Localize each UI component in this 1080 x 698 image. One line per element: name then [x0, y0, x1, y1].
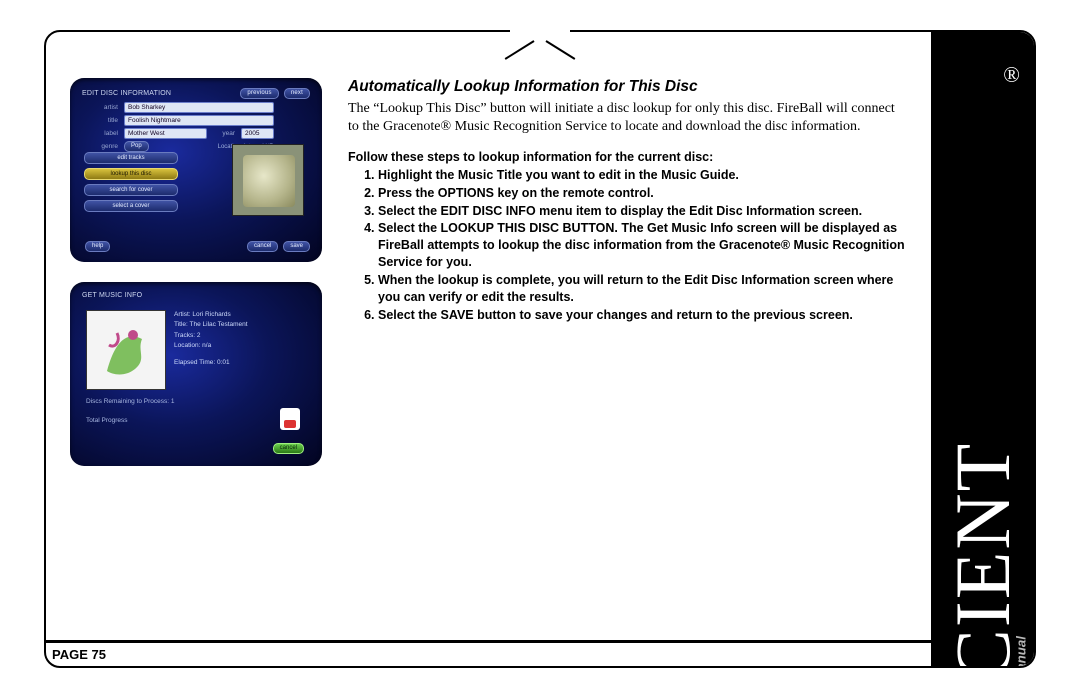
thumb2-cancel-button[interactable]: cancel — [273, 443, 304, 454]
steps-lead: Follow these steps to lookup information… — [348, 150, 907, 164]
thumb1-next-button[interactable]: next — [284, 88, 310, 99]
page-frame: ® ESCIENT FireBall™ AVX & MX Series User… — [44, 30, 1036, 668]
manual-title: FireBall™ AVX & MX Series User’s Manual — [1013, 636, 1028, 666]
search-for-cover-button[interactable]: search for cover — [84, 184, 178, 196]
info-elapsed: Elapsed Time: 0:01 — [174, 358, 248, 368]
text-column: Automatically Lookup Information for Thi… — [348, 78, 907, 486]
year-label: year — [213, 130, 235, 137]
lookup-this-disc-button[interactable]: lookup this disc — [84, 168, 178, 180]
page-number: PAGE 75 — [46, 640, 931, 666]
label-label: label — [84, 130, 118, 137]
thumb1-title: EDIT DISC INFORMATION — [82, 90, 171, 97]
brand-logo-text: ESCIENT — [944, 442, 1022, 666]
screenshot-get-music-info: GET MUSIC INFO Artist: Lori Richards Tit… — [70, 282, 322, 466]
thumb2-title: GET MUSIC INFO — [82, 292, 142, 299]
step-item: When the lookup is complete, you will re… — [378, 272, 907, 306]
thumb1-prev-button[interactable]: previous — [240, 88, 278, 99]
artist-field[interactable]: Bob Sharkey — [124, 102, 274, 113]
cancel-button[interactable]: cancel — [247, 241, 278, 252]
step-item: Press the OPTIONS key on the remote cont… — [378, 185, 907, 202]
help-button[interactable]: help — [85, 241, 110, 252]
thumbnail-column: EDIT DISC INFORMATION previous next arti… — [70, 78, 330, 486]
screenshot-edit-disc-info: EDIT DISC INFORMATION previous next arti… — [70, 78, 322, 262]
page-content: EDIT DISC INFORMATION previous next arti… — [46, 32, 931, 666]
year-field[interactable]: 2005 — [241, 128, 274, 139]
title-label: title — [84, 117, 118, 124]
steps-list: Highlight the Music Title you want to ed… — [348, 167, 907, 324]
step-item: Select the LOOKUP THIS DISC BUTTON. The … — [378, 220, 907, 271]
brand-band: ® ESCIENT FireBall™ AVX & MX Series User… — [931, 32, 1034, 666]
info-tracks: Tracks: 2 — [174, 331, 248, 341]
save-button[interactable]: save — [283, 241, 310, 252]
registered-mark: ® — [1003, 62, 1020, 88]
intro-paragraph: The “Lookup This Disc” button will initi… — [348, 100, 907, 136]
info-artist: Artist: Lori Richards — [174, 310, 248, 320]
disc-icon — [280, 408, 300, 430]
discs-remaining: Discs Remaining to Process: 1 — [86, 398, 175, 405]
info-location: Location: n/a — [174, 341, 248, 351]
edit-tracks-button[interactable]: edit tracks — [84, 152, 178, 164]
section-heading: Automatically Lookup Information for Thi… — [348, 78, 907, 96]
genre-button[interactable]: Pop — [124, 141, 149, 152]
info-title: Title: The Lilac Testament — [174, 320, 248, 330]
select-a-cover-button[interactable]: select a cover — [84, 200, 178, 212]
title-field[interactable]: Foolish Nightmare — [124, 115, 274, 126]
cover-art-thumb1 — [232, 144, 304, 216]
genre-label: genre — [84, 143, 118, 150]
step-item: Select the SAVE button to save your chan… — [378, 307, 907, 324]
label-field[interactable]: Mother West — [124, 128, 207, 139]
step-item: Select the EDIT DISC INFO menu item to d… — [378, 203, 907, 220]
cover-art-thumb2 — [86, 310, 166, 390]
step-item: Highlight the Music Title you want to ed… — [378, 167, 907, 184]
artist-label: artist — [84, 104, 118, 111]
total-progress-label: Total Progress — [86, 417, 175, 424]
